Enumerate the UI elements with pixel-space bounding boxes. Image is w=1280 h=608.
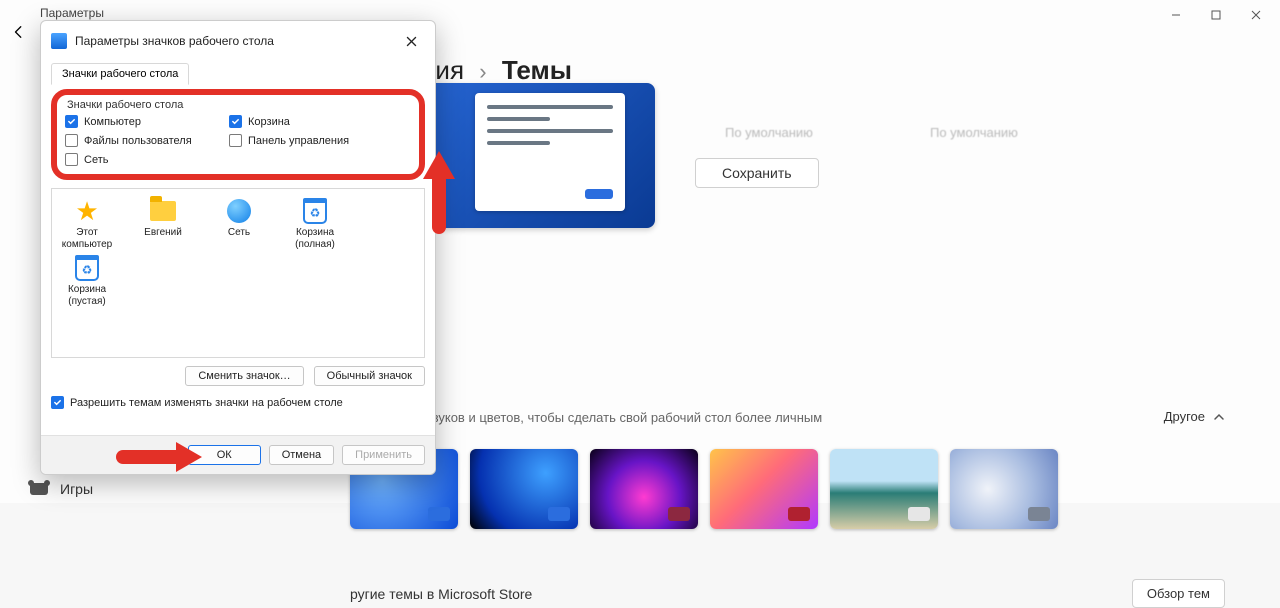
icon-this-pc[interactable]: ★ Этот компьютер	[58, 197, 116, 250]
icon-recycle-empty[interactable]: ♻ Корзина (пустая)	[58, 254, 116, 307]
checkbox-box	[65, 134, 78, 147]
breadcrumb-themes: Темы	[502, 55, 572, 85]
checkbox-grid: Компьютер Корзина Файлы пользователя Пан…	[65, 115, 411, 166]
theme-thumb-3[interactable]	[590, 449, 698, 529]
breadcrumb-separator: ›	[479, 59, 486, 84]
theme-thumbnails	[350, 449, 1250, 529]
checkbox-label: Разрешить темам изменять значки на рабоч…	[70, 397, 343, 409]
red-arrow-right-annotation	[116, 442, 202, 472]
store-label: ругие темы в Microsoft Store	[350, 586, 532, 602]
chevron-up-icon	[1213, 411, 1225, 423]
store-overview-button[interactable]: Обзор тем	[1132, 579, 1225, 608]
icon-label: Корзина (пустая)	[58, 284, 116, 307]
checkbox-recycle-bin[interactable]: Корзина	[229, 115, 409, 128]
checkbox-label: Корзина	[248, 116, 290, 128]
minimize-button[interactable]	[1156, 1, 1196, 29]
icon-user-folder[interactable]: Евгений	[134, 197, 192, 250]
maximize-button[interactable]	[1196, 1, 1236, 29]
theme-info-2: По умолчанию	[930, 125, 1018, 140]
red-arrow-up-annotation	[419, 151, 459, 246]
back-button[interactable]	[12, 25, 30, 43]
icon-preview-grid: ★ Этот компьютер Евгений Сеть ♻ Корзина …	[51, 188, 425, 358]
recycle-bin-full-icon: ♻	[300, 197, 330, 225]
close-button[interactable]	[1236, 1, 1276, 29]
preview-card	[475, 93, 625, 211]
default-icon-button[interactable]: Обычный значок	[314, 366, 425, 386]
checkbox-label: Файлы пользователя	[84, 135, 192, 147]
checkbox-user-files[interactable]: Файлы пользователя	[65, 134, 225, 147]
globe-icon	[224, 197, 254, 225]
breadcrumb: ализация › Темы	[350, 55, 1250, 86]
icon-label: Этот компьютер	[58, 227, 116, 250]
checkbox-box	[229, 134, 242, 147]
star-icon: ★	[72, 197, 102, 225]
group-title: Значки рабочего стола	[67, 99, 411, 111]
sidebar-item-games[interactable]: Игры	[30, 481, 93, 497]
cancel-button[interactable]: Отмена	[269, 445, 334, 465]
settings-content: ализация › Темы По умолчанию По умолчани…	[350, 55, 1250, 503]
checkbox-box	[65, 115, 78, 128]
dialog-tab[interactable]: Значки рабочего стола	[51, 63, 189, 85]
other-label: Другое	[1164, 409, 1205, 424]
highlight-box: Значки рабочего стола Компьютер Корзина …	[51, 89, 425, 180]
theme-info-1: По умолчанию	[725, 125, 813, 140]
theme-thumb-6[interactable]	[950, 449, 1058, 529]
theme-thumb-2[interactable]	[470, 449, 578, 529]
checkbox-label: Компьютер	[84, 116, 141, 128]
dialog-footer: ОК Отмена Применить	[41, 435, 435, 474]
icon-buttons-row: Сменить значок… Обычный значок	[51, 366, 425, 386]
desktop-icons-dialog: Параметры значков рабочего стола Значки …	[40, 20, 436, 475]
theme-thumb-5[interactable]	[830, 449, 938, 529]
dialog-title: Параметры значков рабочего стола	[75, 34, 389, 48]
themes-section: ание обоев, звуков и цветов, чтобы сдела…	[350, 408, 1250, 608]
folder-icon	[148, 197, 178, 225]
icon-label: Сеть	[228, 227, 250, 239]
sidebar-item-label: Игры	[60, 481, 93, 497]
theme-thumb-4[interactable]	[710, 449, 818, 529]
icon-label: Евгений	[144, 227, 182, 239]
dialog-close-button[interactable]	[397, 29, 425, 53]
icon-network[interactable]: Сеть	[210, 197, 268, 250]
recycle-bin-empty-icon: ♻	[72, 254, 102, 282]
checkbox-box	[65, 153, 78, 166]
checkbox-box	[229, 115, 242, 128]
change-icon-button[interactable]: Сменить значок…	[185, 366, 303, 386]
gamepad-icon	[30, 483, 48, 495]
checkbox-computer[interactable]: Компьютер	[65, 115, 225, 128]
checkbox-network[interactable]: Сеть	[65, 153, 225, 166]
checkbox-control-panel[interactable]: Панель управления	[229, 134, 409, 147]
checkbox-allow-themes[interactable]: Разрешить темам изменять значки на рабоч…	[51, 396, 425, 409]
other-expand[interactable]: Другое	[1164, 409, 1225, 424]
save-button[interactable]: Сохранить	[695, 158, 819, 188]
checkbox-label: Сеть	[84, 154, 108, 166]
dialog-titlebar: Параметры значков рабочего стола	[41, 21, 435, 61]
checkbox-box	[51, 396, 64, 409]
icon-recycle-full[interactable]: ♻ Корзина (полная)	[286, 197, 344, 250]
window-title: Параметры	[40, 6, 104, 20]
dialog-body: Значки рабочего стола Компьютер Корзина …	[41, 85, 435, 417]
checkbox-label: Панель управления	[248, 135, 349, 147]
dialog-app-icon	[51, 33, 67, 49]
icon-label: Корзина (полная)	[286, 227, 344, 250]
store-row: ругие темы в Microsoft Store Обзор тем	[350, 579, 1250, 608]
apply-button[interactable]: Применить	[342, 445, 425, 465]
